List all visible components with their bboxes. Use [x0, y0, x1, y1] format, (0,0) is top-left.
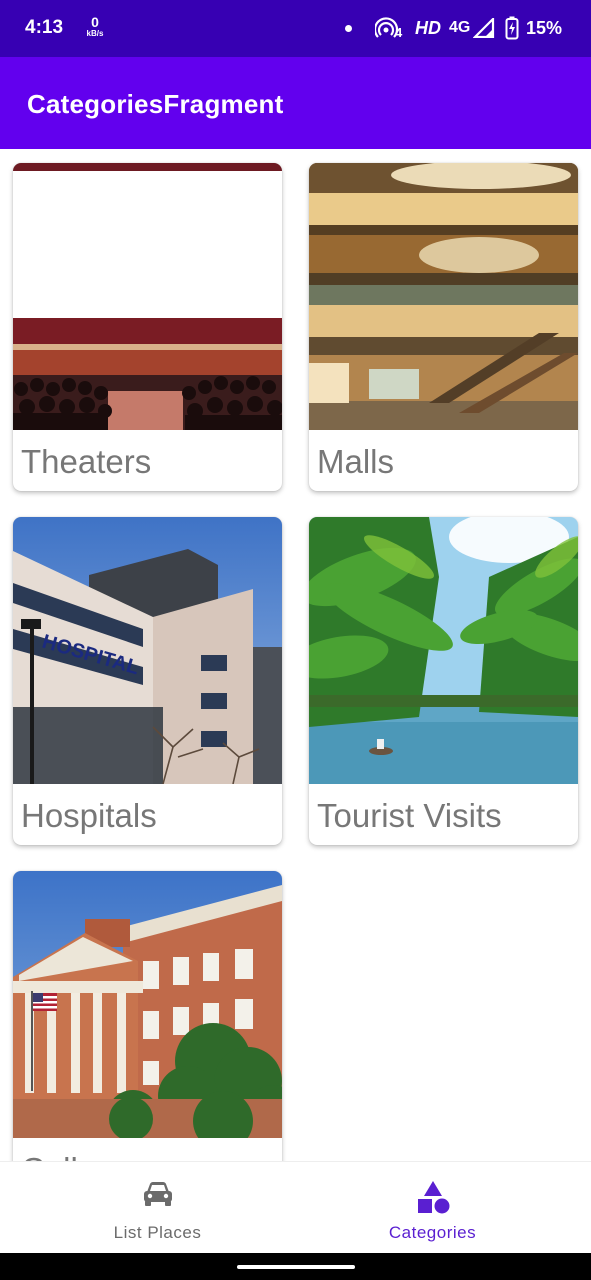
network-speed: 0 kB/s [84, 15, 106, 38]
nav-item-categories[interactable]: Categories [285, 1162, 580, 1254]
category-card-theaters[interactable]: Theaters [13, 163, 282, 491]
theaters-image [13, 163, 282, 430]
category-card-colleges[interactable]: Colleges [13, 871, 282, 1161]
category-card-tourist-visits[interactable]: Tourist Visits [309, 517, 578, 845]
signal-icon [472, 16, 495, 43]
tourist-visits-image [309, 517, 578, 784]
nav-label: Categories [388, 1223, 477, 1242]
network-speed-value: 0 [91, 14, 99, 30]
category-label: Colleges [21, 1151, 149, 1161]
battery-charging-icon [505, 16, 519, 45]
network-type: 4G [449, 19, 471, 36]
bottom-navigation: List Places Categories [0, 1161, 591, 1253]
category-label: Theaters [21, 443, 152, 480]
status-bar: 4:13 0 kB/s 4 HD 4G 15% [0, 0, 591, 57]
system-navigation-bar [0, 1253, 591, 1280]
network-speed-unit: kB/s [86, 29, 104, 38]
battery-percent: 15% [526, 18, 563, 38]
home-indicator[interactable] [237, 1265, 355, 1269]
car-icon [142, 1180, 174, 1213]
hospitals-image: HOSPITAL [13, 517, 282, 784]
page-title: CategoriesFragment [27, 89, 284, 119]
hd-indicator: HD [415, 18, 441, 38]
category-label: Tourist Visits [317, 797, 502, 834]
hotspot-icon: 4 [373, 17, 405, 44]
notification-dot-icon [345, 25, 352, 32]
status-time: 4:13 [25, 17, 64, 38]
malls-image [309, 163, 578, 430]
category-label: Malls [317, 443, 395, 480]
categories-grid[interactable]: Theaters Malls HOSPITAL Hospitals Touris… [0, 149, 591, 1161]
category-card-malls[interactable]: Malls [309, 163, 578, 491]
nav-item-list-places[interactable]: List Places [10, 1162, 305, 1254]
nav-label: List Places [113, 1223, 202, 1242]
hotspot-count: 4 [395, 25, 403, 39]
colleges-image [13, 871, 282, 1138]
category-card-hospitals[interactable]: HOSPITAL Hospitals [13, 517, 282, 845]
categories-shapes-icon [416, 1180, 450, 1219]
category-label: Hospitals [21, 797, 157, 834]
app-bar: CategoriesFragment [0, 57, 591, 149]
